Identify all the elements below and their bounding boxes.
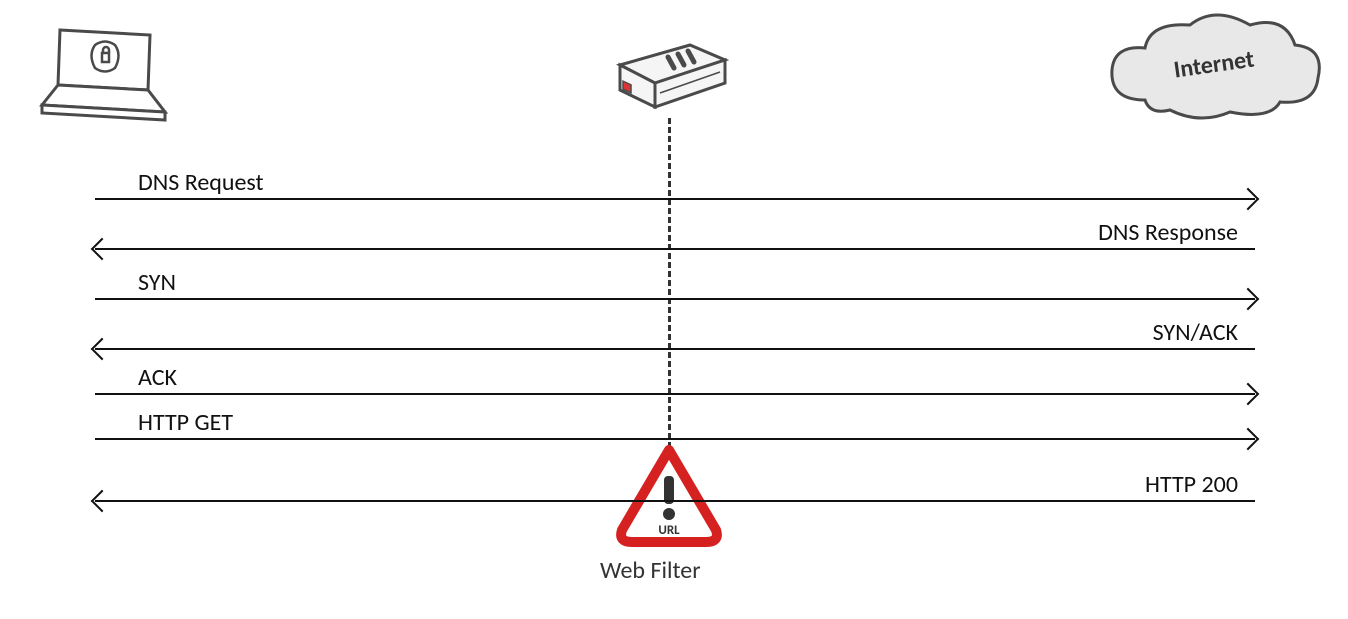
flow-label: DNS Response	[1098, 218, 1238, 247]
flow-label: HTTP 200	[1145, 470, 1238, 499]
arrow-right-icon	[1237, 188, 1260, 211]
flow-arrow-5	[95, 438, 1255, 440]
firewall-icon	[610, 35, 730, 125]
svg-text:URL: URL	[658, 523, 680, 538]
flow-label: HTTP GET	[138, 408, 233, 437]
flow-arrow-6	[95, 500, 1255, 502]
firewall-lifeline	[668, 118, 671, 448]
flow-arrow-0	[95, 198, 1255, 200]
arrow-right-icon	[1237, 383, 1260, 406]
arrow-left-icon	[91, 238, 114, 261]
arrow-right-icon	[1237, 288, 1260, 311]
arrow-right-icon	[1237, 428, 1260, 451]
laptop-icon	[30, 20, 170, 135]
flow-arrow-1	[95, 248, 1255, 250]
flow-label: SYN/ACK	[1153, 318, 1238, 347]
web-filter-label: Web Filter	[600, 556, 701, 585]
flow-label: DNS Request	[138, 168, 264, 197]
flow-label: ACK	[138, 363, 177, 392]
flow-label: SYN	[138, 268, 176, 297]
flow-arrow-3	[95, 348, 1255, 350]
flow-arrow-4	[95, 393, 1255, 395]
arrow-left-icon	[91, 338, 114, 361]
flow-arrow-2	[95, 298, 1255, 300]
internet-cloud-icon: Internet	[1100, 10, 1330, 145]
arrow-left-icon	[91, 490, 114, 513]
